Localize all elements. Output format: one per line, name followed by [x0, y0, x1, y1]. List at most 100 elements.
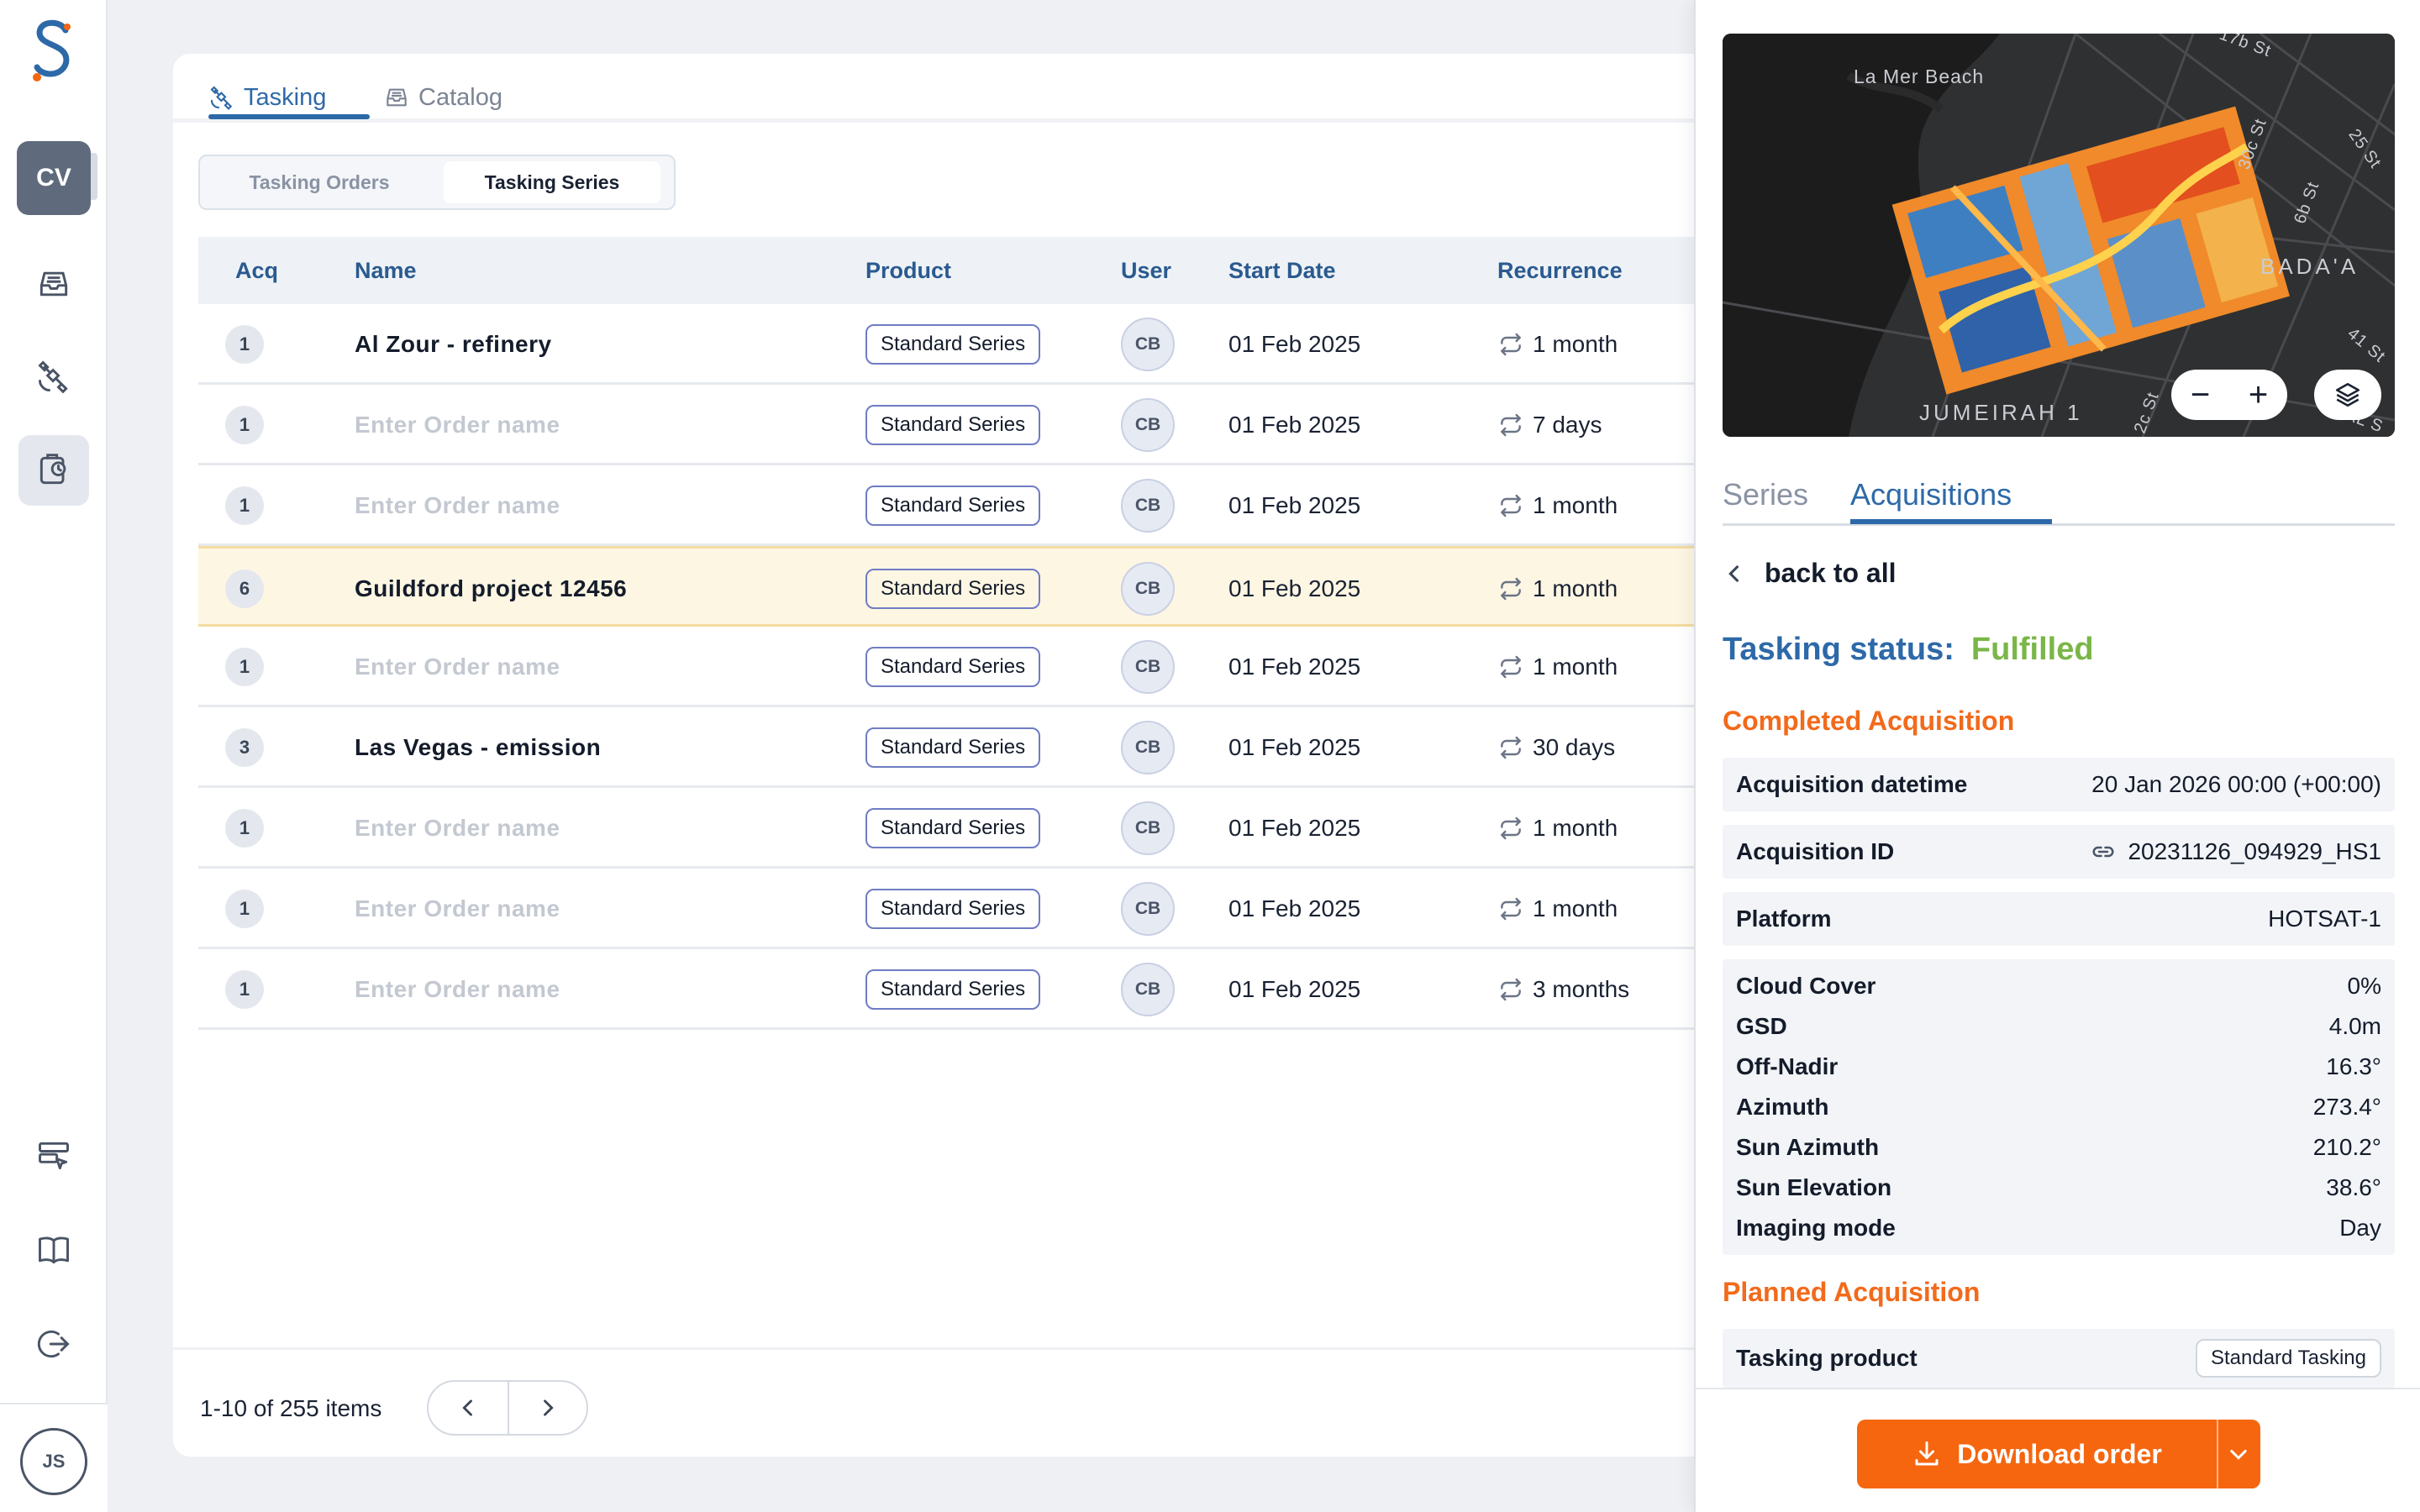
zoom-in-button[interactable]: +: [2249, 376, 2268, 414]
download-order-button[interactable]: Download order: [1857, 1420, 2218, 1488]
acq-id-link[interactable]: 20231126_094929_HS1: [2091, 838, 2381, 865]
acq-count-badge: 1: [225, 970, 264, 1009]
col-start-date[interactable]: Start Date: [1228, 237, 1336, 304]
detail-value: 16.3°: [2326, 1053, 2381, 1079]
panel-tab-acquisitions[interactable]: Acquisitions: [1850, 477, 2012, 512]
acq-cell: 3: [225, 707, 264, 788]
detail-key: Sun Azimuth: [1736, 1134, 1880, 1160]
nav-docs[interactable]: [18, 1215, 89, 1285]
order-name-cell[interactable]: Guildford project 12456: [355, 549, 627, 629]
back-to-all-link[interactable]: back to all: [1723, 558, 1897, 589]
clipboard-clock-icon: [39, 454, 66, 485]
start-date: 01 Feb 2025: [1228, 412, 1361, 438]
panel-tab-series[interactable]: Series: [1723, 477, 1808, 512]
col-user[interactable]: User: [1121, 237, 1171, 304]
order-name[interactable]: Enter Order name: [355, 492, 560, 519]
col-product[interactable]: Product: [865, 237, 951, 304]
user-avatar[interactable]: JS: [20, 1428, 87, 1495]
order-name[interactable]: Enter Order name: [355, 654, 560, 680]
detail-row: Sun Elevation 38.6°: [1723, 1168, 2395, 1208]
order-name[interactable]: Enter Order name: [355, 412, 560, 438]
product-badge: Standard Series: [865, 405, 1041, 445]
order-name-cell[interactable]: Enter Order name: [355, 465, 560, 546]
nav-feature-select[interactable]: [18, 1121, 89, 1191]
order-name-cell[interactable]: Las Vegas - emission: [355, 707, 601, 788]
repeat-icon: [1501, 655, 1521, 679]
table-row[interactable]: 3 Las Vegas - emission Standard Series CB 01…: [198, 707, 1854, 788]
segment-tasking-series[interactable]: Tasking Series: [444, 161, 660, 203]
next-page-button[interactable]: [507, 1382, 587, 1434]
order-name[interactable]: Guildford project 12456: [355, 575, 627, 602]
zoom-out-button[interactable]: −: [2191, 376, 2210, 414]
order-name[interactable]: Al Zour - refinery: [355, 331, 552, 358]
detail-value: 0%: [2347, 973, 2381, 999]
order-name-cell[interactable]: Enter Order name: [355, 869, 560, 949]
order-name-cell[interactable]: Enter Order name: [355, 385, 560, 465]
repeat-icon: [1501, 333, 1521, 356]
recurrence-value: 1 month: [1533, 575, 1618, 601]
nav-logout[interactable]: [18, 1309, 89, 1379]
order-name[interactable]: Enter Order name: [355, 976, 560, 1003]
order-name[interactable]: Enter Order name: [355, 815, 560, 842]
user-cell: CB: [1121, 788, 1175, 869]
nav-catalog[interactable]: [18, 249, 89, 319]
segment-tasking-orders[interactable]: Tasking Orders: [205, 161, 434, 203]
repeat-icon: [1501, 736, 1521, 759]
workspace-switcher[interactable]: CV: [17, 141, 97, 215]
table-row[interactable]: 1 Al Zour - refinery Standard Series CB 01 F…: [198, 304, 1854, 385]
detail-key: Off-Nadir: [1736, 1053, 1839, 1079]
order-name[interactable]: Las Vegas - emission: [355, 734, 601, 761]
zoom-control: − +: [2171, 370, 2287, 420]
order-name-cell[interactable]: Al Zour - refinery: [355, 304, 552, 385]
table-row[interactable]: 1 Enter Order name Standard Series CB 01 Feb…: [198, 949, 1854, 1030]
inbox-icon: [387, 88, 407, 107]
recurrence-value: 1 month: [1533, 331, 1618, 357]
order-name[interactable]: Enter Order name: [355, 895, 560, 922]
layers-icon: [2335, 382, 2360, 407]
table-row[interactable]: 1 Enter Order name Standard Series CB 01 Feb…: [198, 465, 1854, 546]
acquisition-map[interactable]: La Mer Beach BADA'A JUMEIRAH 1 25 St 30c…: [1723, 34, 2395, 437]
table-row[interactable]: 1 Enter Order name Standard Series CB 01 Feb…: [198, 788, 1854, 869]
recurrence-cell: 3 months: [1497, 949, 1629, 1030]
table-row[interactable]: 1 Enter Order name Standard Series CB 01 Feb…: [198, 385, 1854, 465]
layers-button[interactable]: [2314, 370, 2381, 420]
recurrence-value: 30 days: [1533, 734, 1616, 760]
download-options-toggle[interactable]: [2218, 1420, 2259, 1488]
logout-icon: [37, 1330, 70, 1358]
order-name-cell[interactable]: Enter Order name: [355, 627, 560, 707]
user-cell: CB: [1121, 304, 1175, 385]
acq-cell: 1: [225, 869, 264, 949]
back-to-all-label: back to all: [1765, 558, 1897, 588]
acq-count-badge: 1: [225, 486, 264, 525]
user-cell: CB: [1121, 627, 1175, 707]
nav-orders[interactable]: [18, 435, 89, 506]
nav-tasking[interactable]: [18, 341, 89, 412]
tab-catalog[interactable]: Catalog: [383, 76, 502, 119]
acq-count-badge: 1: [225, 890, 264, 928]
tasking-series-table: Acq Name Product User Start Date Recurre…: [198, 237, 1854, 1030]
user-avatar: CB: [1121, 562, 1175, 616]
acq-datetime-value: 20 Jan 2026 00:00 (+00:00): [2091, 771, 2381, 797]
user-cell: CB: [1121, 549, 1175, 629]
app-logo[interactable]: [29, 18, 79, 87]
table-row[interactable]: 1 Enter Order name Standard Series CB 01 Feb…: [198, 869, 1854, 949]
start-date: 01 Feb 2025: [1228, 976, 1361, 1002]
user-avatar: CB: [1121, 318, 1175, 371]
table-row[interactable]: 6 Guildford project 12456 Standard Series C…: [198, 546, 1854, 627]
col-recurrence[interactable]: Recurrence: [1497, 237, 1623, 304]
prev-page-button[interactable]: [429, 1382, 508, 1434]
table-row[interactable]: 1 Enter Order name Standard Series CB 01 Feb…: [198, 627, 1854, 707]
order-name-cell[interactable]: Enter Order name: [355, 949, 560, 1030]
tab-tasking[interactable]: Tasking: [208, 76, 326, 119]
pagination-controls: [427, 1380, 588, 1436]
col-acq[interactable]: Acq: [235, 237, 278, 304]
order-name-cell[interactable]: Enter Order name: [355, 788, 560, 869]
start-date: 01 Feb 2025: [1228, 734, 1361, 760]
detail-key: Azimuth: [1736, 1094, 1829, 1120]
start-date: 01 Feb 2025: [1228, 331, 1361, 357]
book-icon: [39, 1236, 69, 1264]
detail-row: Imaging mode Day: [1723, 1208, 2395, 1248]
col-name[interactable]: Name: [355, 237, 417, 304]
user-avatar: CB: [1121, 398, 1175, 452]
user-initials: JS: [42, 1451, 66, 1472]
